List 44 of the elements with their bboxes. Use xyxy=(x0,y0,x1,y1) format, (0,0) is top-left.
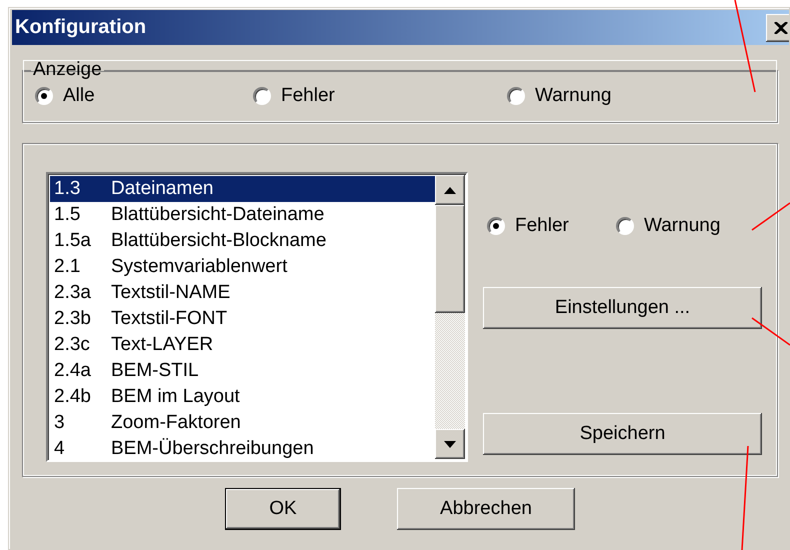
item-code: 1.3 xyxy=(54,178,82,200)
ok-button[interactable]: OK xyxy=(225,488,341,530)
list-item[interactable]: 2.1 Systemvariablenwert xyxy=(50,254,435,280)
radio-label[interactable]: Alle xyxy=(63,85,95,107)
item-name: BEM-Überschreibungen xyxy=(111,438,314,460)
radio-label[interactable]: Fehler xyxy=(515,215,569,237)
item-code: 2.3c xyxy=(54,334,91,356)
list-item[interactable]: 2.3a Textstil-NAME xyxy=(50,280,435,306)
list-item[interactable]: 2.3c Text-LAYER xyxy=(50,332,435,358)
item-name: Blattübersicht-Dateiname xyxy=(111,204,324,226)
item-name: BEM im Layout xyxy=(111,386,240,408)
list-item[interactable]: 3 Zoom-Faktoren xyxy=(50,410,435,436)
list-item[interactable]: 2.3b Textstil-FONT xyxy=(50,306,435,332)
item-name: Systemvariablenwert xyxy=(111,256,288,278)
item-name: Textstil-NAME xyxy=(111,282,230,304)
item-name: Blattübersicht-Blockname xyxy=(111,230,326,252)
radio-label[interactable]: Fehler xyxy=(281,85,335,107)
item-code: 1.5 xyxy=(54,204,82,226)
settings-button[interactable]: Einstellungen ... xyxy=(483,287,762,329)
item-code: 1.5a xyxy=(54,230,92,252)
item-name: BEM-STIL xyxy=(111,360,199,382)
item-name: Textstil-FONT xyxy=(111,308,228,330)
item-code: 2.4a xyxy=(54,360,92,382)
item-code: 2.3b xyxy=(54,308,92,330)
list-item[interactable]: 4 BEM-Überschreibungen xyxy=(50,436,435,462)
item-code: 2.3a xyxy=(54,282,92,304)
item-code: 2.4b xyxy=(54,386,92,408)
radio-label[interactable]: Warnung xyxy=(644,215,720,237)
item-code: 4 xyxy=(54,438,66,460)
list-item[interactable]: 1.5 Blattübersicht-Dateiname xyxy=(50,202,435,228)
list-item[interactable]: 2.4b BEM im Layout xyxy=(50,384,435,410)
list-item[interactable]: 2.4a BEM-STIL xyxy=(50,358,435,384)
item-name: Text-LAYER xyxy=(111,334,214,356)
window-title: Konfiguration xyxy=(15,16,146,39)
list-item[interactable]: 1.3 Dateinamen xyxy=(50,176,435,202)
item-name: Dateinamen xyxy=(111,178,214,200)
item-code: 3 xyxy=(54,412,66,434)
list-item[interactable]: 1.5a Blattübersicht-Blockname xyxy=(50,228,435,254)
save-button[interactable]: Speichern xyxy=(483,413,762,455)
radio-label[interactable]: Warnung xyxy=(535,85,612,107)
cancel-button[interactable]: Abbrechen xyxy=(397,488,575,530)
item-name: Zoom-Faktoren xyxy=(111,412,241,434)
group-label: Anzeige xyxy=(32,59,103,81)
item-code: 2.1 xyxy=(54,256,82,278)
